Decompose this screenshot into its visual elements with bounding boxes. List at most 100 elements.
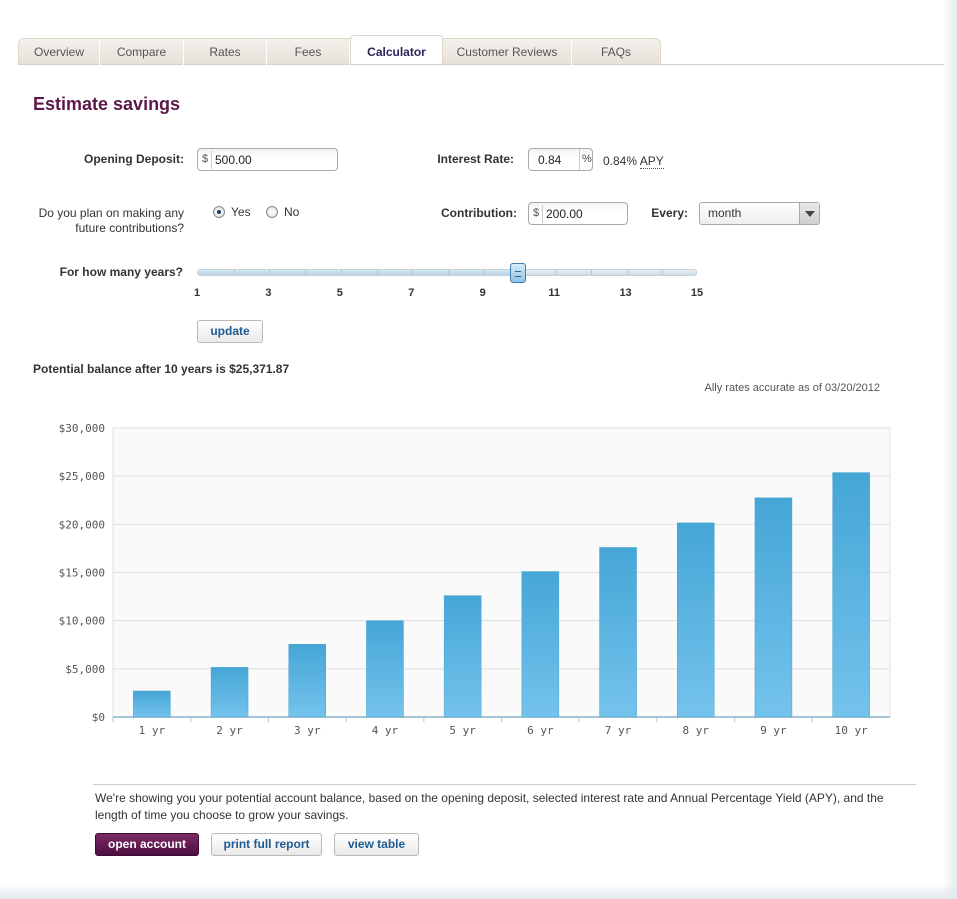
slider-tick — [590, 270, 592, 275]
y-tick-label: $10,000 — [59, 615, 105, 628]
frequency-value: month — [708, 206, 742, 220]
years-slider-fill — [198, 270, 520, 275]
years-slider-handle[interactable] — [510, 263, 527, 283]
x-tick-label: 6 yr — [527, 724, 554, 737]
slider-tick — [376, 270, 378, 275]
tab-rates[interactable]: Rates — [184, 39, 267, 65]
interest-rate-label: Interest Rate: — [437, 152, 514, 166]
years-tick-label: 9 — [479, 287, 486, 299]
tab-overview[interactable]: Overview — [19, 39, 100, 65]
x-tick-label: 2 yr — [216, 724, 243, 737]
x-tick-label: 10 yr — [835, 724, 868, 737]
chart-bar — [210, 667, 249, 718]
apy-readout: 0.84% APY — [603, 154, 664, 169]
y-tick-label: $5,000 — [65, 663, 105, 676]
x-tick-label: 8 yr — [683, 724, 710, 737]
contribution-value: 200.00 — [546, 207, 583, 221]
chart-bar — [443, 595, 482, 718]
x-tick-label: 7 yr — [605, 724, 632, 737]
years-tick-label: 3 — [265, 287, 272, 299]
opening-deposit-value: 500.00 — [215, 153, 252, 167]
x-tick-label: 5 yr — [449, 724, 476, 737]
page-edge-shadow — [943, 0, 957, 899]
radio-yes-indicator[interactable] — [213, 206, 225, 218]
chart-bar — [366, 620, 404, 718]
field-separator — [579, 149, 580, 170]
view-table-button[interactable]: view table — [334, 833, 419, 856]
print-full-report-button[interactable]: print full report — [211, 833, 322, 856]
slider-tick — [412, 270, 414, 275]
y-tick-label: $25,000 — [59, 470, 105, 483]
chevron-down-icon[interactable] — [799, 203, 819, 224]
radio-yes[interactable]: Yes — [213, 205, 251, 219]
tab-bar: Overview Compare Rates Fees Calculator C… — [18, 35, 944, 65]
tab-faqs[interactable]: FAQs — [572, 39, 660, 65]
interest-rate-field[interactable]: 0.84 % — [528, 148, 593, 171]
page-title: Estimate savings — [33, 94, 181, 114]
slider-tick — [340, 270, 342, 275]
tab-customer-reviews[interactable]: Customer Reviews — [443, 39, 572, 65]
y-tick-label: $20,000 — [59, 518, 105, 531]
slider-tick — [662, 270, 664, 275]
x-tick-label: 9 yr — [760, 724, 787, 737]
years-tick-label: 7 — [408, 287, 415, 299]
radio-no-indicator[interactable] — [266, 206, 278, 218]
apy-term[interactable]: APY — [639, 154, 664, 169]
years-slider-track[interactable] — [197, 269, 697, 276]
slider-tick — [626, 270, 628, 275]
radio-no[interactable]: No — [266, 205, 299, 219]
footer-disclaimer: We're showing you your potential account… — [95, 791, 884, 822]
tab-compare[interactable]: Compare — [100, 39, 184, 65]
slider-tick — [448, 270, 449, 275]
currency-prefix: $ — [202, 153, 209, 165]
chart-bar — [133, 690, 171, 718]
apy-value: 0.84% — [603, 154, 638, 168]
chart-bar — [288, 644, 326, 718]
potential-balance-text: Potential balance after 10 years is $25,… — [33, 362, 290, 376]
opening-deposit-field[interactable]: $ 500.00 — [197, 148, 338, 171]
slider-tick — [269, 270, 271, 275]
every-label: Every: — [651, 206, 688, 220]
years-tick-label: 11 — [548, 287, 560, 299]
currency-prefix: $ — [533, 207, 540, 219]
x-tick-label: 3 yr — [294, 724, 321, 737]
radio-no-label: No — [284, 205, 300, 219]
y-tick-label: $15,000 — [59, 567, 105, 580]
frequency-select[interactable]: month — [699, 202, 820, 225]
y-tick-label: $30,000 — [59, 422, 105, 435]
contributions-question: Do you plan on making any future contrib… — [38, 206, 184, 235]
interest-rate-value: 0.84 — [538, 153, 562, 167]
tab-calculator[interactable]: Calculator — [350, 35, 443, 64]
slider-tick — [555, 270, 557, 275]
chart-bar — [599, 547, 637, 718]
page-bottom-shadow — [0, 883, 957, 899]
years-tick-label: 1 — [193, 287, 201, 299]
rates-accuracy-note: Ally rates accurate as of 03/20/2012 — [704, 382, 881, 394]
update-button[interactable]: update — [197, 320, 263, 343]
radio-yes-label: Yes — [231, 205, 251, 219]
slider-tick — [483, 270, 485, 275]
contribution-label: Contribution: — [441, 206, 517, 220]
years-tick-label: 13 — [619, 287, 632, 299]
years-tick-label: 15 — [690, 287, 704, 299]
tab-fees[interactable]: Fees — [267, 39, 350, 65]
percent-suffix: % — [582, 153, 592, 165]
chart-bar — [754, 497, 793, 718]
field-separator — [542, 205, 543, 223]
x-tick-label: 4 yr — [372, 724, 399, 737]
tab-strip: Overview Compare Rates Fees Calculator C… — [18, 35, 661, 65]
open-account-button[interactable]: open account — [95, 833, 199, 856]
slider-tick — [305, 270, 307, 275]
y-tick-label: $0 — [92, 711, 105, 724]
footer-divider — [93, 784, 916, 785]
balance-bar-chart: $0 $5,000 $10,000 $15,000 $20,000 $25,000 $30,… — [59, 422, 891, 737]
chart-bar — [677, 522, 715, 718]
chart-bar — [832, 472, 870, 718]
years-label: For how many years? — [59, 265, 183, 279]
slider-tick — [233, 270, 235, 275]
chart-bar — [521, 571, 560, 718]
contribution-field[interactable]: $ 200.00 — [528, 202, 628, 225]
field-separator — [211, 151, 212, 169]
years-tick-label: 5 — [336, 287, 343, 299]
x-tick-label: 1 yr — [139, 724, 166, 737]
